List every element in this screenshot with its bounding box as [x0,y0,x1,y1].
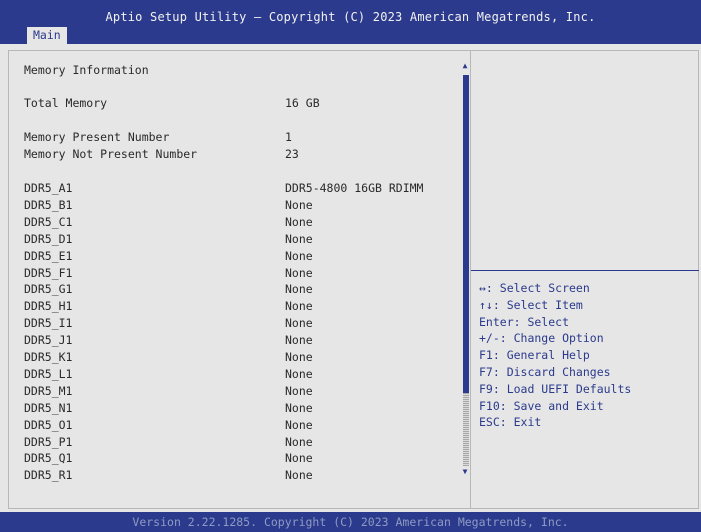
memory-slot-name: DDR5_L1 [24,366,73,381]
memory-slot-name: DDR5_B1 [24,197,73,212]
memory-slot-value: DDR5-4800 16GB RDIMM [285,181,424,195]
total-memory-value: 16 GB [285,96,320,110]
memory-present-label: Memory Present Number [24,130,170,144]
total-memory-label: Total Memory [24,96,108,110]
memory-slot-value: None [285,197,313,212]
memory-slot-name: DDR5_M1 [24,383,73,398]
key-help-item: F9: Load UEFI Defaults [479,381,632,396]
memory-slot-name: DDR5_C1 [24,214,73,229]
key-help-item: F1: General Help [479,348,590,363]
memory-slot-name: DDR5_O1 [24,417,73,432]
memory-slot-value: None [285,400,313,415]
memory-slot-value: None [285,265,313,280]
key-help-item: ESC: Exit [479,415,542,430]
memory-slot-value: None [285,316,313,331]
memory-slot-value: None [285,468,313,483]
memory-slot-name: DDR5_N1 [24,400,73,415]
section-title: Memory Information [24,63,149,77]
memory-slot-value: None [285,282,313,297]
memory-slot-value: None [285,366,313,381]
memory-slot-name: DDR5_D1 [24,231,73,246]
scroll-down-icon[interactable]: ▼ [461,467,469,477]
memory-slot-name: DDR5_P1 [24,434,73,449]
memory-slot-value: None [285,214,313,229]
memory-slot-value: None [285,451,313,466]
memory-slot-value: None [285,417,313,432]
memory-slot-value: None [285,231,313,246]
footer-version: Version 2.22.1285. Copyright (C) 2023 Am… [0,512,701,532]
memory-slot-value: None [285,248,313,263]
key-help-item: Enter: Select [479,314,570,329]
memory-slot-name: DDR5_K1 [24,350,73,364]
panel-divider [470,50,471,509]
tab-main[interactable]: Main [27,27,67,44]
app-title: Aptio Setup Utility – Copyright (C) 2023… [105,10,596,24]
memory-not-present-value: 23 [285,147,299,161]
memory-slot-name: DDR5_I1 [24,316,73,331]
memory-slot-name: DDR5_E1 [24,248,73,263]
main-panel [8,50,699,509]
memory-present-value: 1 [285,130,292,144]
memory-slot-name: DDR5_H1 [24,299,73,314]
memory-slot-value: None [285,299,313,314]
help-divider [471,270,699,271]
key-help-item: +/-: Change Option [479,331,604,346]
memory-slot-value: None [285,383,313,398]
scrollbar-thumb[interactable] [463,75,469,393]
memory-slot-name: DDR5_A1 [24,181,73,195]
memory-slot-name: DDR5_J1 [24,333,73,348]
key-help-item: F7: Discard Changes [479,365,611,379]
memory-slot-name: DDR5_F1 [24,265,73,280]
scrollbar-track[interactable] [463,393,469,466]
scroll-up-icon[interactable]: ▲ [461,61,469,71]
key-help-item: ↑↓: Select Item [479,297,583,312]
memory-slot-value: None [285,350,313,364]
key-help-item: ↔: Select Screen [479,281,590,295]
memory-slot-name: DDR5_Q1 [24,451,73,466]
memory-slot-value: None [285,434,313,449]
memory-slot-name: DDR5_G1 [24,282,73,297]
key-help-item: F10: Save and Exit [479,398,604,413]
memory-slot-value: None [285,333,313,348]
memory-slot-name: DDR5_R1 [24,468,73,483]
memory-not-present-label: Memory Not Present Number [24,147,198,161]
